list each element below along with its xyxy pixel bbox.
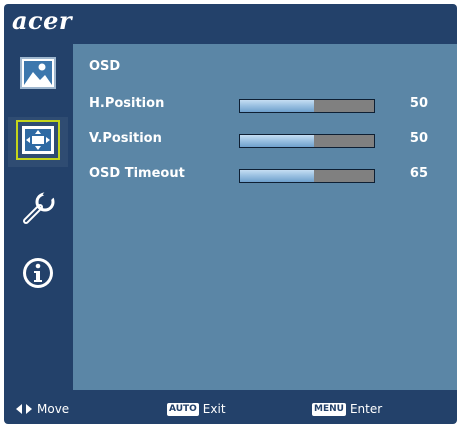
setting-row-h-position[interactable]: H.Position 50 bbox=[89, 95, 449, 115]
left-right-arrows-icon bbox=[16, 404, 32, 414]
picture-icon bbox=[19, 56, 57, 94]
osd-timeout-slider[interactable] bbox=[239, 169, 375, 183]
setting-value: 50 bbox=[409, 96, 428, 111]
setting-label: OSD Timeout bbox=[89, 166, 185, 181]
wrench-icon bbox=[18, 188, 58, 233]
auto-key-badge: AUTO bbox=[167, 402, 199, 416]
sidebar-tab-setup[interactable] bbox=[8, 186, 68, 236]
setting-row-v-position[interactable]: V.Position 50 bbox=[89, 130, 449, 150]
acer-logo: acer bbox=[12, 6, 73, 35]
slider-fill bbox=[240, 100, 314, 112]
setting-value: 50 bbox=[409, 131, 428, 146]
footer-enter-hint: MENU Enter bbox=[312, 400, 382, 418]
exit-label: Exit bbox=[202, 402, 226, 416]
osd-settings-panel: OSD H.Position 50 V.Position 50 OSD Time… bbox=[73, 44, 457, 390]
move-label: Move bbox=[37, 402, 70, 416]
panel-title: OSD bbox=[89, 59, 121, 74]
setting-label: V.Position bbox=[89, 131, 162, 146]
sidebar-tab-osd-position[interactable] bbox=[8, 117, 68, 167]
footer-exit-hint: AUTO Exit bbox=[167, 400, 226, 418]
info-icon bbox=[21, 256, 55, 294]
setting-label: H.Position bbox=[89, 96, 165, 111]
sidebar-tab-picture[interactable] bbox=[8, 50, 68, 100]
menu-key-badge: MENU bbox=[312, 402, 346, 416]
enter-label: Enter bbox=[349, 402, 383, 416]
setting-row-osd-timeout[interactable]: OSD Timeout 65 bbox=[89, 165, 449, 185]
osd-menu-window: acer OSD H.Position 50 V.Position 50 OSD… bbox=[4, 4, 457, 424]
v-position-slider[interactable] bbox=[239, 134, 375, 148]
footer-move-hint: Move bbox=[16, 400, 69, 418]
slider-fill bbox=[240, 170, 314, 182]
osd-position-icon bbox=[15, 119, 61, 165]
slider-fill bbox=[240, 135, 314, 147]
setting-value: 65 bbox=[409, 166, 428, 181]
h-position-slider[interactable] bbox=[239, 99, 375, 113]
sidebar-tab-information[interactable] bbox=[8, 250, 68, 300]
